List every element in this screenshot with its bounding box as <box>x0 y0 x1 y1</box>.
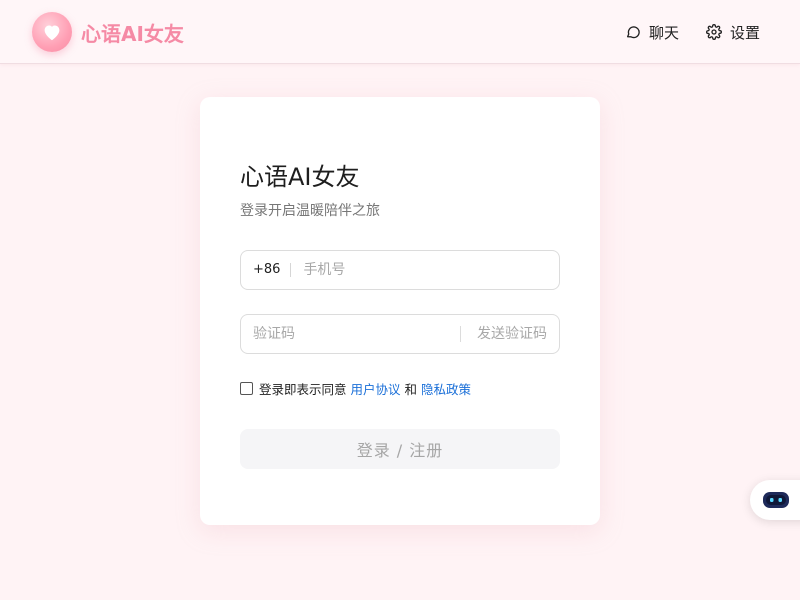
nav-settings-label: 设置 <box>730 23 761 42</box>
code-field[interactable]: 发送验证码 <box>240 314 560 354</box>
assistant-bot-button[interactable] <box>750 480 800 520</box>
heart-icon <box>44 25 60 41</box>
nav-settings[interactable]: 设置 <box>706 22 760 42</box>
country-code-selector[interactable]: +86 <box>241 263 292 277</box>
gear-icon <box>706 24 722 40</box>
phone-input[interactable] <box>303 262 544 278</box>
agreement-text: 登录即表示同意 <box>259 382 347 397</box>
agreement-checkbox[interactable] <box>240 382 253 395</box>
user-agreement-link[interactable]: 用户协议 <box>351 379 401 398</box>
verification-code-input[interactable] <box>253 326 443 342</box>
login-register-button[interactable]: 登录 / 注册 <box>240 429 560 469</box>
login-title: 心语AI女友 <box>240 163 360 191</box>
chat-bubble-icon <box>627 26 640 39</box>
phone-field[interactable]: +86 <box>240 250 560 290</box>
privacy-policy-link[interactable]: 隐私政策 <box>421 379 471 398</box>
agreement-row: 登录即表示同意 用户协议 和 隐私政策 <box>240 379 475 398</box>
nav-chat-label: 聊天 <box>649 23 680 42</box>
agreement-and-text: 和 <box>404 382 418 397</box>
top-header: 心语AI女友 聊天 设置 <box>0 0 800 64</box>
logo[interactable] <box>32 12 72 52</box>
robot-icon <box>763 492 789 508</box>
nav-chat[interactable]: 聊天 <box>625 22 679 42</box>
login-card: 心语AI女友 登录开启温暖陪伴之旅 +86 发送验证码 登录即表示同意 用户协议… <box>200 97 600 525</box>
brand-name[interactable]: 心语AI女友 <box>81 18 184 47</box>
login-subtitle: 登录开启温暖陪伴之旅 <box>240 203 380 219</box>
send-code-button[interactable]: 发送验证码 <box>460 326 547 342</box>
